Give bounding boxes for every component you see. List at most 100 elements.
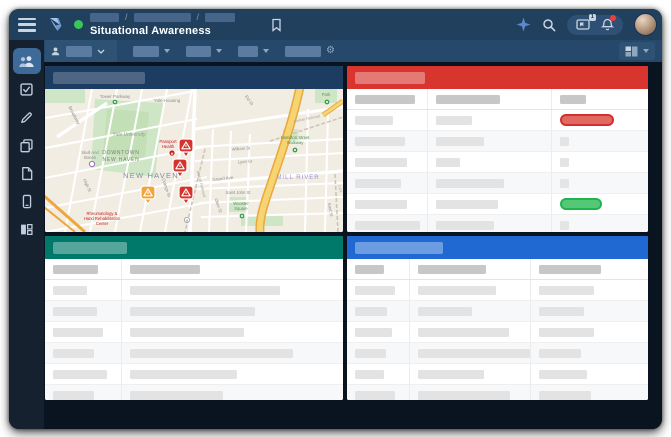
users-icon bbox=[19, 55, 34, 67]
table-row[interactable] bbox=[347, 131, 648, 152]
column-header[interactable] bbox=[347, 259, 411, 279]
column-header-placeholder bbox=[436, 94, 501, 104]
cell-value-placeholder bbox=[538, 306, 584, 316]
table-row[interactable] bbox=[347, 215, 648, 232]
table-cell bbox=[347, 110, 429, 130]
sidebar-item-copy[interactable] bbox=[13, 132, 41, 158]
dashboard-grid: H H Tower Parkway Yale Housing Broadway Yal… bbox=[44, 62, 662, 429]
column-header[interactable] bbox=[428, 89, 552, 109]
sidebar-item-mobile[interactable] bbox=[13, 188, 41, 214]
breadcrumb-item-placeholder[interactable] bbox=[205, 12, 236, 22]
sidebar-item-dashboard[interactable] bbox=[13, 216, 41, 242]
table-row[interactable] bbox=[45, 343, 343, 364]
table-row[interactable] bbox=[347, 364, 648, 385]
table-cell bbox=[552, 215, 648, 232]
filter-dropdown[interactable] bbox=[133, 45, 170, 57]
table-cell bbox=[428, 215, 552, 232]
column-header[interactable] bbox=[410, 259, 531, 279]
main-area: ⚙ H H Tower Parkway Yale Housing Broadwa… bbox=[44, 40, 662, 429]
cell-value-placeholder bbox=[355, 178, 401, 188]
topbar-actions: 1 bbox=[516, 13, 657, 36]
breadcrumb-separator: / bbox=[196, 11, 200, 22]
table-row[interactable] bbox=[347, 301, 648, 322]
filter-dropdown[interactable] bbox=[238, 45, 269, 57]
bell-icon[interactable] bbox=[601, 14, 616, 32]
column-header-placeholder bbox=[418, 264, 487, 274]
map-label: NEW HAVEN bbox=[102, 157, 139, 163]
filter-label-placeholder bbox=[186, 45, 211, 57]
table-row[interactable] bbox=[347, 152, 648, 173]
column-header-placeholder bbox=[538, 264, 601, 274]
bookmark-icon[interactable] bbox=[271, 18, 282, 32]
cell-value-placeholder bbox=[53, 306, 97, 316]
column-header[interactable] bbox=[531, 259, 648, 279]
user-context-select[interactable] bbox=[45, 40, 117, 62]
blue-list-table bbox=[347, 259, 648, 400]
table-cell bbox=[122, 322, 343, 342]
grid-layout-icon bbox=[625, 46, 638, 56]
svg-text:H: H bbox=[171, 152, 174, 156]
cell-value-placeholder bbox=[418, 390, 511, 400]
table-row[interactable] bbox=[347, 173, 648, 194]
cell-value-placeholder bbox=[53, 285, 87, 295]
map-label: Lyon St bbox=[238, 158, 253, 164]
brand-logo-icon[interactable] bbox=[48, 15, 67, 34]
table-row[interactable] bbox=[347, 385, 648, 400]
person-icon bbox=[51, 47, 60, 55]
map-container[interactable]: H H Tower Parkway Yale Housing Broadway Yal… bbox=[45, 89, 343, 232]
table-cell bbox=[410, 364, 531, 384]
messages-badge: 1 bbox=[588, 14, 596, 21]
sidebar-item-tasks[interactable] bbox=[13, 76, 41, 102]
breadcrumb-item-placeholder[interactable] bbox=[133, 12, 191, 22]
cell-value-placeholder bbox=[130, 285, 281, 295]
column-header[interactable] bbox=[45, 259, 123, 279]
menu-icon[interactable] bbox=[18, 17, 36, 32]
table-row[interactable] bbox=[45, 301, 343, 322]
compass-icon[interactable] bbox=[516, 17, 531, 32]
layout-selector-button[interactable] bbox=[619, 42, 655, 60]
table-row[interactable] bbox=[347, 110, 648, 131]
breadcrumb[interactable]: / / bbox=[90, 11, 236, 22]
cell-value-placeholder bbox=[53, 369, 107, 379]
column-header[interactable] bbox=[347, 89, 429, 109]
red-panel-header bbox=[347, 66, 648, 89]
table-cell bbox=[552, 152, 648, 172]
table-row[interactable] bbox=[347, 280, 648, 301]
panel-title-placeholder bbox=[355, 71, 425, 84]
table-cell bbox=[552, 131, 648, 151]
cell-value-placeholder bbox=[355, 306, 387, 316]
breadcrumb-item-placeholder[interactable] bbox=[90, 12, 119, 22]
caret-down-icon bbox=[263, 49, 269, 53]
table-row[interactable] bbox=[45, 364, 343, 385]
caret-down-icon bbox=[164, 49, 170, 53]
refresh-control[interactable]: ⚙ bbox=[285, 45, 335, 57]
sidebar-item-users[interactable] bbox=[12, 48, 41, 74]
cell-value-placeholder bbox=[436, 199, 499, 209]
column-header-placeholder bbox=[355, 94, 415, 104]
table-row[interactable] bbox=[347, 343, 648, 364]
sidebar-item-edit[interactable] bbox=[13, 104, 41, 130]
filter-dropdown[interactable] bbox=[186, 45, 222, 57]
messages-icon[interactable]: 1 bbox=[576, 14, 596, 31]
cell-value-placeholder bbox=[130, 390, 224, 400]
table-row[interactable] bbox=[347, 194, 648, 215]
table-row[interactable] bbox=[45, 280, 343, 301]
sidebar-item-files[interactable] bbox=[13, 160, 41, 186]
map-label: Walkway bbox=[287, 140, 305, 145]
cell-value-placeholder bbox=[418, 327, 510, 337]
status-badge-red bbox=[559, 114, 614, 126]
column-header[interactable] bbox=[122, 259, 343, 279]
search-icon[interactable] bbox=[542, 18, 556, 32]
cell-value-placeholder bbox=[130, 348, 294, 358]
table-row[interactable] bbox=[45, 385, 343, 400]
gear-icon[interactable]: ⚙ bbox=[326, 46, 335, 56]
table-row[interactable] bbox=[347, 322, 648, 343]
cell-value-placeholder bbox=[53, 348, 94, 358]
table-row[interactable] bbox=[45, 322, 343, 343]
red-status-table bbox=[347, 89, 648, 232]
cell-value-placeholder bbox=[355, 115, 393, 125]
user-avatar[interactable] bbox=[634, 13, 657, 36]
blue-list-panel bbox=[347, 236, 648, 400]
table-cell bbox=[347, 173, 429, 193]
column-header[interactable] bbox=[552, 89, 648, 109]
